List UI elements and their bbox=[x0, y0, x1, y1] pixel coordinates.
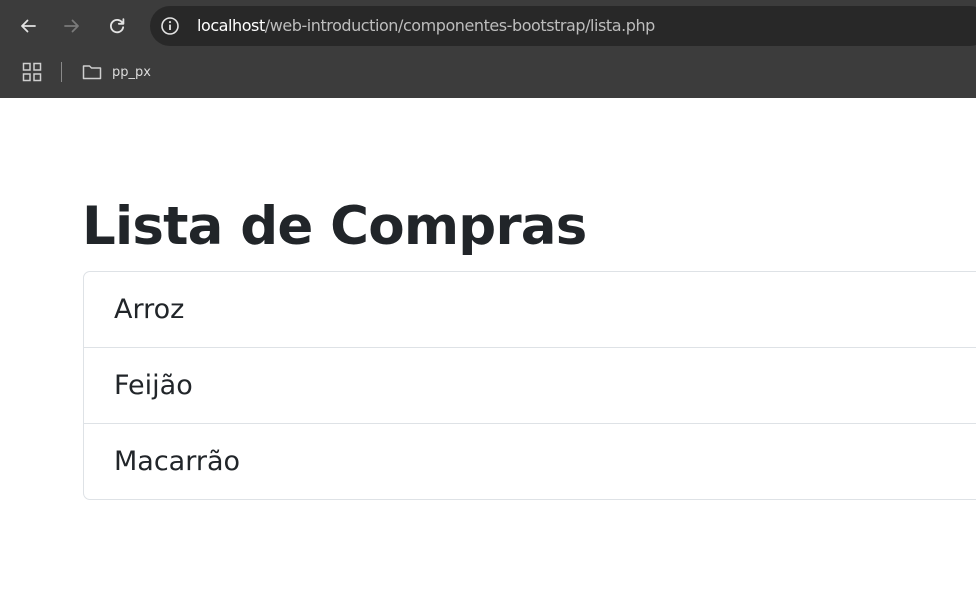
reload-icon bbox=[110, 18, 125, 34]
bookmark-folder-pp-px[interactable]: pp_px bbox=[82, 60, 151, 84]
info-icon bbox=[161, 17, 179, 35]
browser-chrome: localhost/web-introduction/componentes-b… bbox=[0, 0, 976, 98]
url-path: /web-introduction/componentes-bootstrap/… bbox=[264, 16, 656, 35]
arrow-right-icon bbox=[64, 19, 79, 33]
browser-toolbar: localhost/web-introduction/componentes-b… bbox=[0, 0, 976, 52]
list-item: Feijão bbox=[84, 348, 976, 424]
arrow-left-icon bbox=[21, 19, 36, 33]
bookmark-label: pp_px bbox=[112, 64, 151, 80]
list-item: Macarrão bbox=[114, 446, 241, 477]
url-text[interactable]: localhost/web-introduction/componentes-b… bbox=[197, 16, 655, 36]
forward-button[interactable] bbox=[56, 10, 88, 42]
address-bar[interactable]: localhost/web-introduction/componentes-b… bbox=[150, 6, 976, 46]
list-item: Arroz bbox=[84, 272, 976, 348]
shopping-list: Arroz Feijão Macarrão bbox=[83, 271, 976, 500]
site-info-button[interactable] bbox=[160, 16, 180, 36]
apps-grid-icon[interactable] bbox=[22, 62, 42, 82]
reload-button[interactable] bbox=[101, 10, 133, 42]
url-host: localhost bbox=[197, 16, 265, 35]
page-content: Lista de Compras Arroz Feijão Macarrão bbox=[0, 98, 976, 607]
page-title: Lista de Compras bbox=[82, 196, 587, 257]
folder-icon bbox=[82, 65, 102, 80]
bookmarks-separator bbox=[61, 62, 62, 82]
back-button[interactable] bbox=[12, 10, 44, 42]
bookmarks-bar: pp_px bbox=[0, 52, 976, 98]
